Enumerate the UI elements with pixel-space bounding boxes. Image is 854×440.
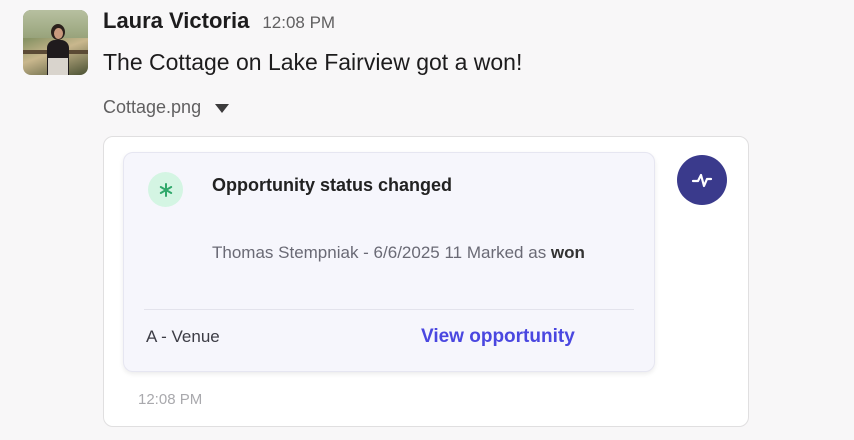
card-title: Opportunity status changed <box>212 175 453 195</box>
sender-name[interactable]: Laura Victoria <box>103 8 249 34</box>
avatar-person-face <box>54 28 63 39</box>
opportunity-card: Opportunity status changed Thomas Stempn… <box>123 152 655 372</box>
message: Laura Victoria 12:08 PM The Cottage on L… <box>0 0 854 440</box>
view-opportunity-link[interactable]: View opportunity <box>421 326 575 348</box>
message-text: The Cottage on Lake Fairview got a won! <box>103 49 523 75</box>
avatar[interactable] <box>23 10 88 75</box>
activity-icon[interactable] <box>677 155 727 205</box>
caret-down-icon[interactable] <box>215 104 230 113</box>
card-description: Thomas Stempniak - 6/6/2025 11 Marked as… <box>212 237 632 269</box>
card-description-text: Thomas Stempniak - 6/6/2025 11 Marked as <box>212 243 551 262</box>
asterisk-icon <box>148 172 183 207</box>
message-timestamp[interactable]: 12:08 PM <box>262 13 335 33</box>
card-status: won <box>550 243 585 262</box>
attachment: Opportunity status changed Thomas Stempn… <box>103 136 749 427</box>
attachment-timestamp: 12:08 PM <box>138 391 203 408</box>
file-toggle[interactable]: Cottage.png <box>103 97 230 118</box>
message-header: Laura Victoria 12:08 PM <box>103 8 335 34</box>
file-name: Cottage.png <box>103 97 202 117</box>
avatar-person-skirt <box>48 58 68 75</box>
card-label: A - Venue <box>146 327 220 346</box>
card-divider <box>144 309 634 310</box>
